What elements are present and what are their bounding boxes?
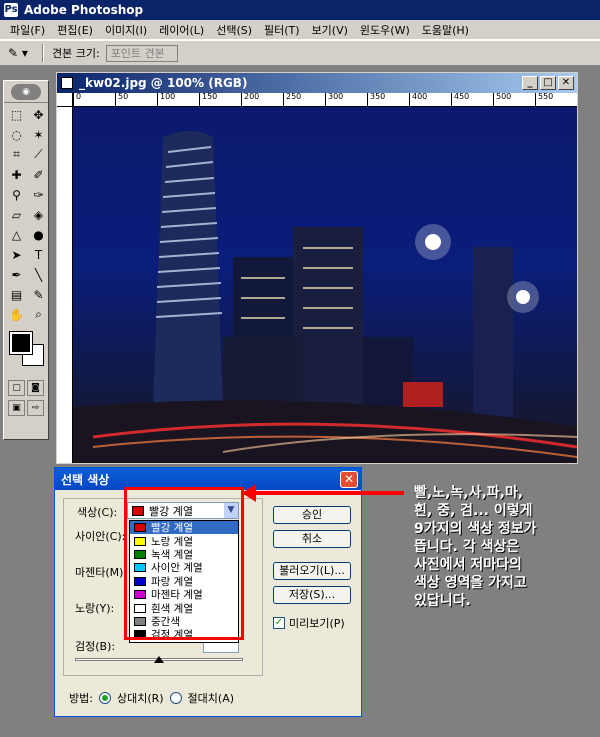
magenta-label: 마젠타(M): bbox=[75, 566, 128, 579]
ruler-tick: 450 bbox=[451, 93, 469, 106]
zoom-icon[interactable]: ⌕ bbox=[28, 305, 49, 324]
ruler-tick: 200 bbox=[241, 93, 259, 106]
menu-view[interactable]: 보기(V) bbox=[306, 22, 354, 38]
method-row: 방법: 상대치(R) 절대치(A) bbox=[69, 690, 234, 706]
menu-edit[interactable]: 편집(E) bbox=[51, 22, 99, 38]
document-title-bar: _kw02.jpg @ 100% (RGB) _ □ ✕ bbox=[57, 73, 577, 93]
vertical-ruler bbox=[57, 107, 73, 463]
bucket-icon[interactable]: ◈ bbox=[28, 205, 49, 224]
absolute-label: 절대치(A) bbox=[187, 692, 235, 705]
sample-size-label: 견본 크기: bbox=[52, 47, 100, 60]
relative-radio[interactable] bbox=[98, 692, 111, 704]
yellow-label: 노랑(Y): bbox=[75, 602, 115, 615]
annotation-arrow-head bbox=[242, 484, 256, 502]
lasso-icon[interactable]: ◌ bbox=[6, 125, 27, 144]
line-icon[interactable]: ╲ bbox=[28, 265, 49, 284]
history-brush-icon[interactable]: ✑ bbox=[28, 185, 49, 204]
menu-select[interactable]: 선택(S) bbox=[210, 22, 258, 38]
toolbox: ◉ ⬚ ✥ ◌ ✶ ⌗ ⟋ ✚ ✐ ⚲ ✑ ▱ ◈ △ ● ➤ T ✒ ╲ ▤ … bbox=[3, 80, 49, 440]
ok-button[interactable]: 승인 bbox=[273, 506, 351, 524]
load-button[interactable]: 불러오기(L)... bbox=[273, 562, 351, 580]
move-icon[interactable]: ✥ bbox=[28, 105, 49, 124]
hand-icon[interactable]: ✋ bbox=[6, 305, 27, 324]
document-window: _kw02.jpg @ 100% (RGB) _ □ ✕ 0 50 100 15… bbox=[56, 72, 578, 464]
close-button[interactable]: ✕ bbox=[558, 76, 574, 90]
ruler-tick: 550 bbox=[535, 93, 553, 106]
brush-icon[interactable]: ✐ bbox=[28, 165, 49, 184]
color-label: 색상(C): bbox=[77, 506, 118, 519]
path-select-icon[interactable]: ➤ bbox=[6, 245, 27, 264]
standard-mode-icon[interactable]: ▢ bbox=[8, 380, 25, 396]
ruler-corner bbox=[57, 93, 73, 107]
relative-label: 상대치(R) bbox=[116, 692, 164, 705]
photoshop-icon: Ps bbox=[4, 3, 18, 17]
ruler-tick: 400 bbox=[409, 93, 427, 106]
options-bar: ✎ ▾ 견본 크기: 포인트 견본 bbox=[0, 40, 600, 66]
black-slider-thumb[interactable] bbox=[154, 656, 164, 663]
absolute-radio[interactable] bbox=[169, 692, 182, 704]
jump-to-imageready-icon[interactable]: ⇨ bbox=[27, 400, 44, 416]
divider bbox=[42, 44, 44, 62]
quick-mask-icon[interactable]: ◙ bbox=[27, 380, 44, 396]
method-label: 방법: bbox=[69, 692, 93, 705]
annotation-text: 빨,노,녹,사,파,마, 흰, 중, 검... 이렇게 9가지의 색상 정보가 … bbox=[414, 485, 537, 609]
menu-file[interactable]: 파일(F) bbox=[4, 22, 51, 38]
document-title: _kw02.jpg @ 100% (RGB) bbox=[79, 76, 248, 90]
color-swatches bbox=[6, 330, 46, 374]
highlight-box bbox=[124, 487, 244, 640]
pen-icon[interactable]: ✒ bbox=[6, 265, 27, 284]
ruler-tick: 250 bbox=[283, 93, 301, 106]
preview-checkbox[interactable]: ✓ 미리보기(P) bbox=[273, 615, 345, 631]
app-title: Adobe Photoshop bbox=[24, 3, 144, 17]
horizontal-ruler: 0 50 100 150 200 250 300 350 400 450 500… bbox=[73, 93, 577, 107]
black-label: 검정(B): bbox=[75, 640, 116, 653]
menubar: 파일(F) 편집(E) 이미지(I) 레이어(L) 선택(S) 필터(T) 보기… bbox=[0, 20, 600, 40]
healing-icon[interactable]: ✚ bbox=[6, 165, 27, 184]
eyedropper-icon[interactable]: ✎ ▾ bbox=[8, 44, 34, 62]
document-icon bbox=[61, 77, 73, 89]
dialog-close-icon[interactable]: ✕ bbox=[340, 470, 358, 488]
type-icon[interactable]: T bbox=[28, 245, 49, 264]
ruler-tick: 50 bbox=[115, 93, 128, 106]
slice-icon[interactable]: ⟋ bbox=[28, 145, 49, 164]
save-button[interactable]: 저장(S)... bbox=[273, 586, 351, 604]
toolbox-header: ◉ bbox=[4, 81, 48, 103]
checkmark-icon: ✓ bbox=[273, 617, 285, 629]
adobe-online-icon[interactable]: ◉ bbox=[11, 83, 41, 100]
ruler-tick: 350 bbox=[367, 93, 385, 106]
blur-icon[interactable]: △ bbox=[6, 225, 27, 244]
magic-wand-icon[interactable]: ✶ bbox=[28, 125, 49, 144]
sample-size-select[interactable]: 포인트 견본 bbox=[105, 44, 178, 62]
notes-icon[interactable]: ▤ bbox=[6, 285, 27, 304]
minimize-button[interactable]: _ bbox=[522, 76, 538, 90]
menu-layer[interactable]: 레이어(L) bbox=[153, 22, 210, 38]
cancel-button[interactable]: 취소 bbox=[273, 530, 351, 548]
menu-image[interactable]: 이미지(I) bbox=[99, 22, 153, 38]
menu-window[interactable]: 윈도우(W) bbox=[354, 22, 416, 38]
ruler-tick: 0 bbox=[73, 93, 81, 106]
screen-mode-icon[interactable]: ▣ bbox=[8, 400, 25, 416]
app-title-bar: Ps Adobe Photoshop bbox=[0, 0, 600, 20]
night-city-photo bbox=[73, 131, 577, 463]
foreground-color-swatch[interactable] bbox=[9, 331, 33, 355]
marquee-icon[interactable]: ⬚ bbox=[6, 105, 27, 124]
annotation-arrow-line bbox=[244, 491, 404, 495]
maximize-button[interactable]: □ bbox=[540, 76, 556, 90]
ruler-tick: 100 bbox=[157, 93, 175, 106]
ruler-tick: 500 bbox=[493, 93, 511, 106]
ruler-tick: 150 bbox=[199, 93, 217, 106]
image-canvas[interactable] bbox=[73, 107, 577, 463]
menu-filter[interactable]: 필터(T) bbox=[258, 22, 306, 38]
ruler-tick: 300 bbox=[325, 93, 343, 106]
dialog-title: 선택 색상 bbox=[61, 472, 110, 487]
preview-label: 미리보기(P) bbox=[289, 617, 345, 630]
menu-help[interactable]: 도움말(H) bbox=[416, 22, 475, 38]
eraser-icon[interactable]: ▱ bbox=[6, 205, 27, 224]
dodge-icon[interactable]: ● bbox=[28, 225, 49, 244]
cyan-label: 사이안(C): bbox=[75, 530, 126, 543]
crop-icon[interactable]: ⌗ bbox=[6, 145, 27, 164]
stamp-icon[interactable]: ⚲ bbox=[6, 185, 27, 204]
eyedropper-tool-icon[interactable]: ✎ bbox=[28, 285, 49, 304]
